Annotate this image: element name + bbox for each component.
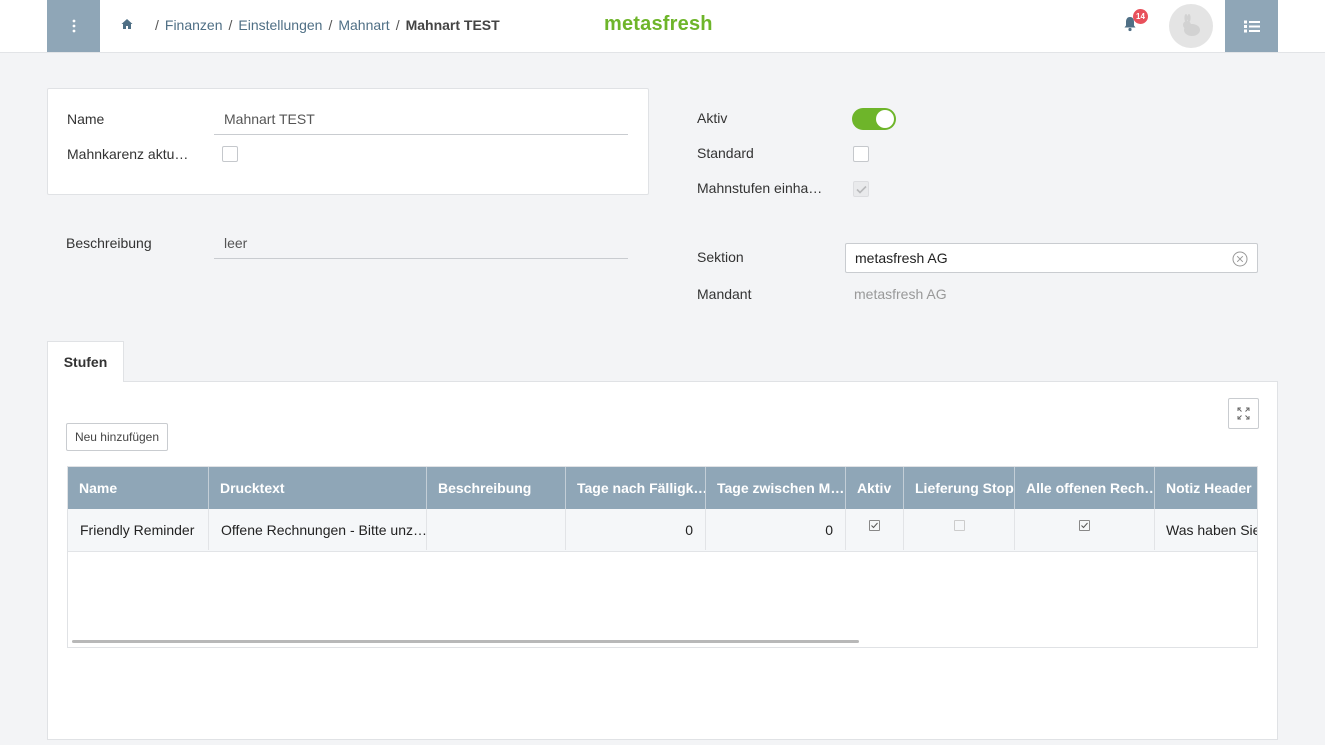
- stufen-table: Name Drucktext Beschreibung Tage nach Fä…: [67, 466, 1258, 648]
- column-header-name[interactable]: Name: [68, 467, 209, 509]
- toggle-knob: [876, 110, 894, 128]
- side-list-button[interactable]: [1225, 0, 1278, 52]
- name-field-underline: [214, 134, 628, 135]
- add-new-button[interactable]: Neu hinzufügen: [66, 423, 168, 451]
- table-row[interactable]: Friendly Reminder Offene Rechnungen - Bi…: [68, 509, 1257, 552]
- mahnkarenz-label: Mahnkarenz aktu…: [67, 146, 189, 162]
- standard-checkbox[interactable]: [853, 146, 869, 162]
- mandant-value: metasfresh AG: [854, 286, 947, 302]
- tab-stufen[interactable]: Stufen: [47, 341, 124, 382]
- checkmark-icon: [871, 522, 878, 529]
- cell-tage-nach[interactable]: 0: [566, 509, 706, 550]
- fullscreen-button[interactable]: [1228, 398, 1259, 429]
- menu-button[interactable]: [47, 0, 100, 52]
- checkmark-icon: [855, 185, 867, 194]
- column-header-tage-nach[interactable]: Tage nach Fälligk…: [566, 467, 706, 509]
- column-header-beschreibung[interactable]: Beschreibung: [427, 467, 566, 509]
- breadcrumb-item-einstellungen[interactable]: Einstellungen: [238, 17, 322, 33]
- breadcrumb-item-mahnart[interactable]: Mahnart: [338, 17, 389, 33]
- notification-count-badge: 14: [1133, 9, 1148, 24]
- breadcrumb-item-finanzen[interactable]: Finanzen: [165, 17, 223, 33]
- app-logo[interactable]: metasfresh: [604, 13, 713, 36]
- name-field[interactable]: Mahnart TEST: [224, 111, 315, 127]
- expand-icon: [1237, 407, 1250, 420]
- column-header-notiz-header[interactable]: Notiz Header: [1155, 467, 1257, 509]
- sektion-value: metasfresh AG: [855, 250, 948, 266]
- checkmark-icon: [1081, 522, 1088, 529]
- column-header-aktiv[interactable]: Aktiv: [846, 467, 904, 509]
- beschreibung-label: Beschreibung: [66, 235, 152, 251]
- home-icon[interactable]: [120, 17, 134, 31]
- beschreibung-field-underline: [214, 258, 628, 259]
- rabbit-icon: [1183, 14, 1200, 36]
- breadcrumb-item-current: Mahnart TEST: [405, 17, 500, 33]
- aktiv-label: Aktiv: [697, 110, 728, 126]
- cell-lieferung-stop[interactable]: [904, 509, 1015, 550]
- aktiv-toggle[interactable]: [852, 108, 896, 130]
- cell-alle-offenen[interactable]: [1015, 509, 1155, 550]
- cell-beschreibung[interactable]: [427, 509, 566, 550]
- cell-tage-zwischen[interactable]: 0: [706, 509, 846, 550]
- sektion-select[interactable]: metasfresh AG: [845, 243, 1258, 273]
- standard-label: Standard: [697, 145, 754, 161]
- cell-notiz-header[interactable]: Was haben Sie: [1155, 509, 1257, 550]
- name-label: Name: [67, 111, 105, 127]
- sektion-label: Sektion: [697, 249, 744, 265]
- mahnstufen-label: Mahnstufen einha…: [697, 180, 823, 196]
- mandant-label: Mandant: [697, 286, 752, 302]
- aktiv-checkbox-checked[interactable]: [869, 520, 880, 531]
- main-fields-card: [47, 88, 649, 195]
- vertical-dots-icon: [72, 19, 75, 33]
- horizontal-scrollbar[interactable]: [72, 640, 859, 643]
- user-avatar[interactable]: [1169, 4, 1213, 48]
- breadcrumb: / Finanzen / Einstellungen / Mahnart / M…: [155, 17, 500, 33]
- lieferung-stop-checkbox[interactable]: [953, 520, 965, 531]
- column-header-alle-offenen[interactable]: Alle offenen Rech…: [1015, 467, 1155, 509]
- beschreibung-field[interactable]: leer: [224, 235, 247, 251]
- clear-circle-icon[interactable]: [1232, 251, 1248, 267]
- column-header-lieferung-stop[interactable]: Lieferung Stop: [904, 467, 1015, 509]
- mahnkarenz-checkbox[interactable]: [222, 146, 238, 162]
- cell-drucktext[interactable]: Offene Rechnungen - Bitte unz…: [209, 509, 427, 550]
- alle-offenen-checkbox-checked[interactable]: [1079, 520, 1090, 531]
- column-header-tage-nach-label: Tage nach Fälligk…: [577, 480, 706, 496]
- top-bar: / Finanzen / Einstellungen / Mahnart / M…: [0, 0, 1325, 53]
- list-icon: [1243, 20, 1260, 32]
- column-header-tage-zwischen[interactable]: Tage zwischen M…: [706, 467, 846, 509]
- cell-aktiv[interactable]: [846, 509, 904, 550]
- column-header-drucktext[interactable]: Drucktext: [209, 467, 427, 509]
- mahnstufen-checkbox: [853, 181, 869, 197]
- table-header: Name Drucktext Beschreibung Tage nach Fä…: [68, 467, 1257, 509]
- cell-name[interactable]: Friendly Reminder: [68, 509, 209, 550]
